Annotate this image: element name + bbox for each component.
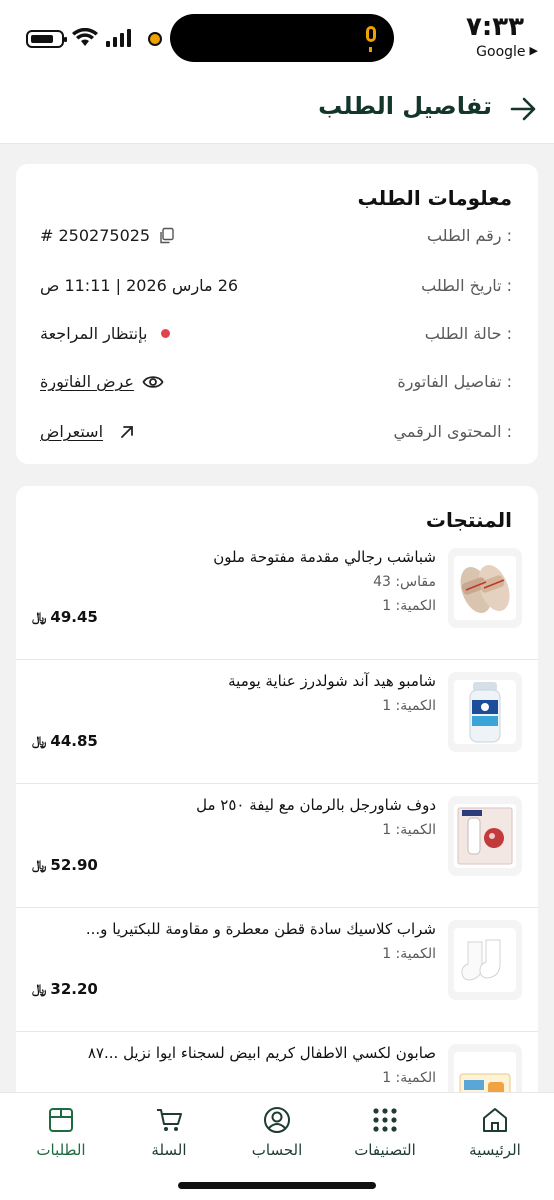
carrier-arrow-icon: ▶ (529, 44, 538, 57)
product-size: مقاس: 43 (373, 574, 436, 590)
sar-currency-icon: ﷼ (32, 857, 47, 873)
order-status-value: بإنتظار المراجعة (40, 324, 148, 343)
order-date-value-group: 26 مارس 2026 | 11:11 ص (40, 276, 238, 295)
nav-label-home: الرئيسية (469, 1141, 521, 1159)
nav-item-home[interactable]: الرئيسية (440, 1105, 550, 1169)
page-title: تفاصيل الطلب (318, 92, 492, 120)
product-price: ﷼ 32.20 (32, 980, 98, 998)
digital-content-row: المحتوى الرقمي : استعراض (40, 420, 512, 450)
nav-label-orders: الطلبات (36, 1141, 86, 1159)
order-status-row: حالة الطلب : بإنتظار المراجعة (40, 322, 512, 352)
product-price: ﷼ 52.90 (32, 856, 98, 874)
status-time: ٧:٣٣ (465, 12, 524, 42)
product-quantity: الكمية: 1 (382, 1070, 436, 1086)
invoice-row: تفاصيل الفاتورة : عرض الفاتورة (40, 370, 512, 400)
nav-item-account[interactable]: الحساب (222, 1105, 332, 1169)
product-thumbnail (448, 672, 522, 752)
browse-digital-link[interactable]: استعراض (40, 422, 135, 441)
product-item[interactable]: شامبو هيد آند شولدرز عناية يومية الكمية:… (16, 660, 538, 784)
dove-gift-set-image (454, 804, 516, 868)
product-quantity: الكمية: 1 (382, 698, 436, 714)
digital-content-label: المحتوى الرقمي : (393, 422, 512, 441)
order-date-row: تاريخ الطلب : 26 مارس 2026 | 11:11 ص (40, 274, 512, 304)
product-thumbnail (448, 548, 522, 628)
page-header: تفاصيل الطلب (0, 80, 554, 144)
grid-icon (373, 1108, 397, 1132)
home-indicator (178, 1182, 376, 1189)
product-quantity: الكمية: 1 (382, 598, 436, 614)
product-thumbnail (448, 920, 522, 1000)
product-thumbnail (448, 796, 522, 876)
carrier-back-link[interactable]: ▶ Google (476, 44, 538, 60)
product-item[interactable]: شباشب رجالي مقدمة مفتوحة ملون مقاس: 43 ا… (16, 536, 538, 660)
wifi-icon (72, 28, 98, 46)
order-info-card: معلومات الطلب رقم الطلب : # 250275025 تا… (16, 164, 538, 464)
nav-item-orders[interactable]: الطلبات (6, 1105, 116, 1169)
browse-digital-label: استعراض (40, 422, 104, 441)
view-invoice-label: عرض الفاتورة (40, 372, 134, 391)
user-icon (264, 1107, 290, 1133)
dynamic-island (170, 14, 394, 62)
product-price-value: 44.85 (50, 732, 98, 750)
nav-item-cart[interactable]: السلة (114, 1105, 224, 1169)
order-number-value-group: # 250275025 (40, 226, 176, 245)
external-arrow-icon (121, 425, 133, 438)
product-item[interactable]: دوف شاورجل بالرمان مع ليفة ٢٥٠ مل الكمية… (16, 784, 538, 908)
battery-icon (26, 30, 67, 48)
box-icon (49, 1108, 73, 1132)
shampoo-image (454, 680, 516, 744)
copy-icon[interactable] (158, 227, 176, 245)
microphone-icon (366, 26, 376, 52)
status-dot-icon (161, 329, 171, 338)
order-status-value-group: بإنتظار المراجعة (40, 324, 171, 343)
home-icon (483, 1108, 507, 1132)
nav-item-categories[interactable]: التصنيفات (330, 1105, 440, 1169)
product-quantity: الكمية: 1 (382, 946, 436, 962)
arrow-right-icon[interactable] (508, 94, 538, 124)
sar-currency-icon: ﷼ (32, 733, 47, 749)
order-number-value: # 250275025 (40, 226, 151, 245)
product-price-value: 49.45 (50, 608, 98, 626)
nav-label-categories: التصنيفات (354, 1141, 416, 1159)
product-quantity: الكمية: 1 (382, 822, 436, 838)
order-number-row: رقم الطلب : # 250275025 (40, 224, 512, 254)
recording-indicator (148, 32, 162, 46)
product-name: شامبو هيد آند شولدرز عناية يومية (228, 672, 436, 690)
order-date-value: 26 مارس 2026 | 11:11 ص (40, 276, 239, 295)
invoice-label: تفاصيل الفاتورة : (397, 372, 512, 391)
socks-image (454, 928, 516, 992)
product-price-value: 52.90 (50, 856, 98, 874)
slipper-image (454, 556, 516, 620)
signal-icon (106, 29, 131, 47)
nav-label-cart: السلة (151, 1141, 187, 1159)
products-card: المنتجات شباشب رجالي مقدمة مفتوحة ملون م… (16, 486, 538, 1126)
order-status-label: حالة الطلب : (424, 324, 512, 343)
product-price-value: 32.20 (50, 980, 98, 998)
product-price: ﷼ 44.85 (32, 732, 98, 750)
eye-icon (142, 375, 164, 388)
product-name: صابون لكسي الاطفال كريم ابيض لسجناء ايوا… (87, 1044, 436, 1062)
status-bar: ٧:٣٣ ▶ Google (0, 0, 554, 80)
order-info-title: معلومات الطلب (357, 186, 512, 210)
product-name: دوف شاورجل بالرمان مع ليفة ٢٥٠ مل (196, 796, 436, 814)
nav-label-account: الحساب (251, 1141, 303, 1159)
products-title: المنتجات (425, 508, 512, 532)
cart-icon (157, 1109, 182, 1131)
order-date-label: تاريخ الطلب : (421, 276, 512, 295)
view-invoice-link[interactable]: عرض الفاتورة (40, 372, 164, 391)
product-name: شراب كلاسيك سادة قطن معطرة و مقاومة للبك… (85, 920, 436, 938)
sar-currency-icon: ﷼ (32, 609, 47, 625)
order-number-label: رقم الطلب : (426, 226, 512, 245)
carrier-label: Google (476, 44, 526, 60)
sar-currency-icon: ﷼ (32, 981, 47, 997)
product-name: شباشب رجالي مقدمة مفتوحة ملون (213, 548, 436, 566)
product-price: ﷼ 49.45 (32, 608, 98, 626)
product-item[interactable]: شراب كلاسيك سادة قطن معطرة و مقاومة للبك… (16, 908, 538, 1032)
